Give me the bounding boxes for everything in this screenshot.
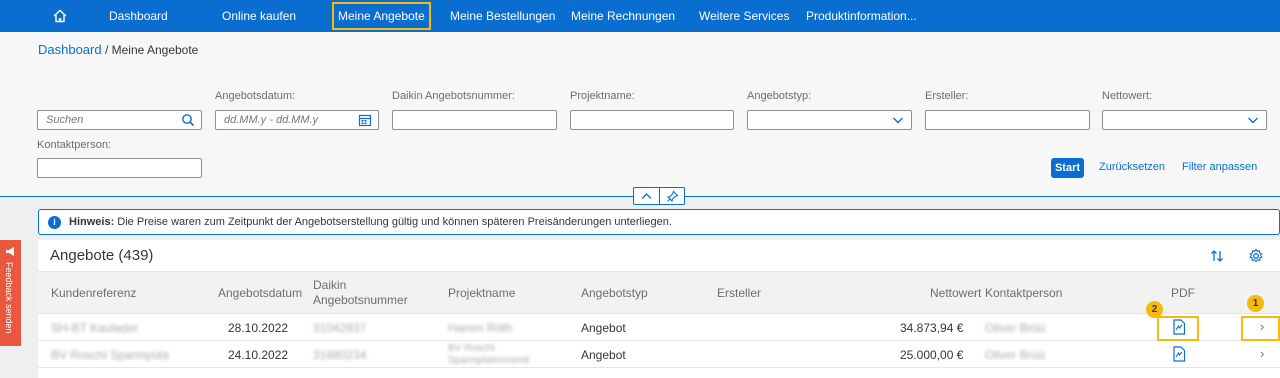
reset-button[interactable]: Zurücksetzen [1099, 161, 1165, 173]
cell-angebotsnummer: 31680234 [313, 348, 367, 362]
chevron-highlight-box [1241, 316, 1280, 341]
calendar-icon[interactable] [358, 113, 372, 127]
quotes-table: Angebote (439) Kundenreferenz Angebotsda… [38, 240, 1280, 378]
table-header: Kundenreferenz Angebotsdatum Daikin Ange… [38, 271, 1280, 314]
col-angebotstyp[interactable]: Angebotstyp [581, 286, 648, 300]
nav-item-online-kaufen[interactable]: Online kaufen [222, 0, 296, 32]
nettowert-select[interactable] [1102, 110, 1267, 130]
nav-item-dashboard[interactable]: Dashboard [109, 0, 168, 32]
search-input[interactable]: Suchen [37, 110, 202, 130]
cell-projektname-line2: Sparmplatenmenti [448, 355, 530, 366]
info-strip: i Hinweis: Die Preise waren zum Zeitpunk… [38, 209, 1280, 235]
cell-projektname: Hamm Röth [448, 321, 513, 335]
projektname-label: Projektname: [570, 90, 635, 102]
settings-gear-icon[interactable] [1248, 248, 1264, 264]
col-angebotsnummer-line2[interactable]: Angebotsnummer [313, 293, 408, 307]
col-projektname[interactable]: Projektname [448, 286, 515, 300]
cell-nettowert: 34.873,94 € [900, 321, 964, 335]
callout-badge-2: 2 [1146, 301, 1163, 318]
search-icon[interactable] [181, 113, 195, 127]
chevron-down-icon[interactable] [1246, 113, 1260, 127]
ersteller-input[interactable] [925, 110, 1090, 130]
nettowert-label: Nettowert: [1102, 90, 1153, 102]
cell-kontaktperson: Oliver Brüü [985, 321, 1046, 335]
info-message: Die Preise waren zum Zeitpunkt der Angeb… [114, 216, 672, 228]
breadcrumb: Dashboard / Meine Angebote [38, 42, 198, 57]
feedback-tab[interactable]: Feedback senden [0, 240, 21, 346]
cell-projektname-line1: BV Roschi [448, 343, 495, 354]
breadcrumb-dashboard-link[interactable]: Dashboard [38, 42, 102, 57]
angebotsnummer-label: Daikin Angebotsnummer: [392, 90, 515, 102]
col-angebotsnummer-line1[interactable]: Daikin [313, 278, 346, 292]
breadcrumb-current: / Meine Angebote [101, 43, 199, 57]
info-bold: Hinweis: [69, 216, 115, 228]
cell-nettowert: 25.000,00 € [900, 348, 964, 362]
chevron-down-icon[interactable] [891, 113, 905, 127]
cell-angebotstyp: Angebot [581, 321, 626, 335]
top-navigation: Dashboard Online kaufen Meine Angebote M… [0, 0, 1280, 32]
start-button[interactable]: Start [1051, 158, 1084, 178]
toggle-separator [659, 188, 660, 204]
table-row[interactable]: BV Roschi Sparmpüta 24.10.2022 31680234 … [38, 341, 1280, 368]
kontaktperson-input[interactable] [37, 158, 202, 178]
col-ersteller[interactable]: Ersteller [717, 286, 761, 300]
angebotsnummer-input[interactable] [392, 110, 557, 130]
ersteller-label: Ersteller: [925, 90, 969, 102]
projektname-input[interactable] [570, 110, 734, 130]
adapt-filters-button[interactable]: Filter anpassen [1182, 161, 1257, 173]
nav-item-produktinformation[interactable]: Produktinformation... [806, 0, 917, 32]
megaphone-icon [6, 247, 14, 256]
table-row[interactable]: SH-BT Kaulader 28.10.2022 31042837 Hamm … [38, 314, 1280, 341]
nav-item-meine-bestellungen[interactable]: Meine Bestellungen [450, 0, 555, 32]
col-nettowert[interactable]: Nettowert [930, 286, 981, 300]
filter-bar: Dashboard / Meine Angebote Suchen Angebo… [0, 32, 1280, 196]
angebotstyp-label: Angebotstyp: [747, 90, 812, 102]
angebotsdatum-label: Angebotsdatum: [215, 90, 296, 102]
table-title: Angebote (439) [50, 247, 154, 264]
callout-badge-1: 1 [1247, 295, 1264, 312]
cell-kundenreferenz: BV Roschi Sparmpüta [51, 348, 170, 362]
collapse-header-icon[interactable] [640, 190, 653, 203]
nav-item-weitere-services[interactable]: Weitere Services [699, 0, 789, 32]
nav-item-meine-angebote[interactable]: Meine Angebote [332, 2, 431, 30]
cell-angebotsdatum: 24.10.2022 [228, 348, 289, 362]
header-toggle-group [633, 187, 685, 205]
col-kontaktperson[interactable]: Kontaktperson [985, 286, 1062, 300]
cell-kontaktperson: Oliver Brüü [985, 348, 1046, 362]
kontaktperson-label: Kontaktperson: [37, 139, 111, 151]
col-kundenreferenz[interactable]: Kundenreferenz [51, 286, 136, 300]
sort-icon[interactable] [1209, 248, 1225, 264]
pdf-download-icon[interactable] [1172, 346, 1186, 362]
angebotstyp-select[interactable] [747, 110, 912, 130]
pdf-highlight-box [1157, 316, 1199, 341]
angebotsdatum-placeholder: dd.MM.y - dd.MM.y [224, 114, 319, 126]
pin-header-icon[interactable] [666, 190, 679, 203]
col-angebotsdatum[interactable]: Angebotsdatum [218, 286, 302, 300]
nav-item-meine-rechnungen[interactable]: Meine Rechnungen [571, 0, 675, 32]
cell-kundenreferenz: SH-BT Kaulader [51, 321, 139, 335]
cell-angebotsdatum: 28.10.2022 [228, 321, 289, 335]
info-text: Hinweis: Die Preise waren zum Zeitpunkt … [69, 216, 672, 228]
col-pdf: PDF [1171, 286, 1195, 300]
cell-angebotsnummer: 31042837 [313, 321, 367, 335]
cell-angebotstyp: Angebot [581, 348, 626, 362]
info-icon: i [48, 216, 61, 229]
angebotsdatum-input[interactable]: dd.MM.y - dd.MM.y [215, 110, 379, 130]
search-placeholder: Suchen [46, 114, 84, 126]
row-navigation-chevron-icon[interactable]: › [1260, 346, 1264, 361]
feedback-label: Feedback senden [4, 262, 14, 334]
home-icon[interactable] [52, 8, 68, 24]
